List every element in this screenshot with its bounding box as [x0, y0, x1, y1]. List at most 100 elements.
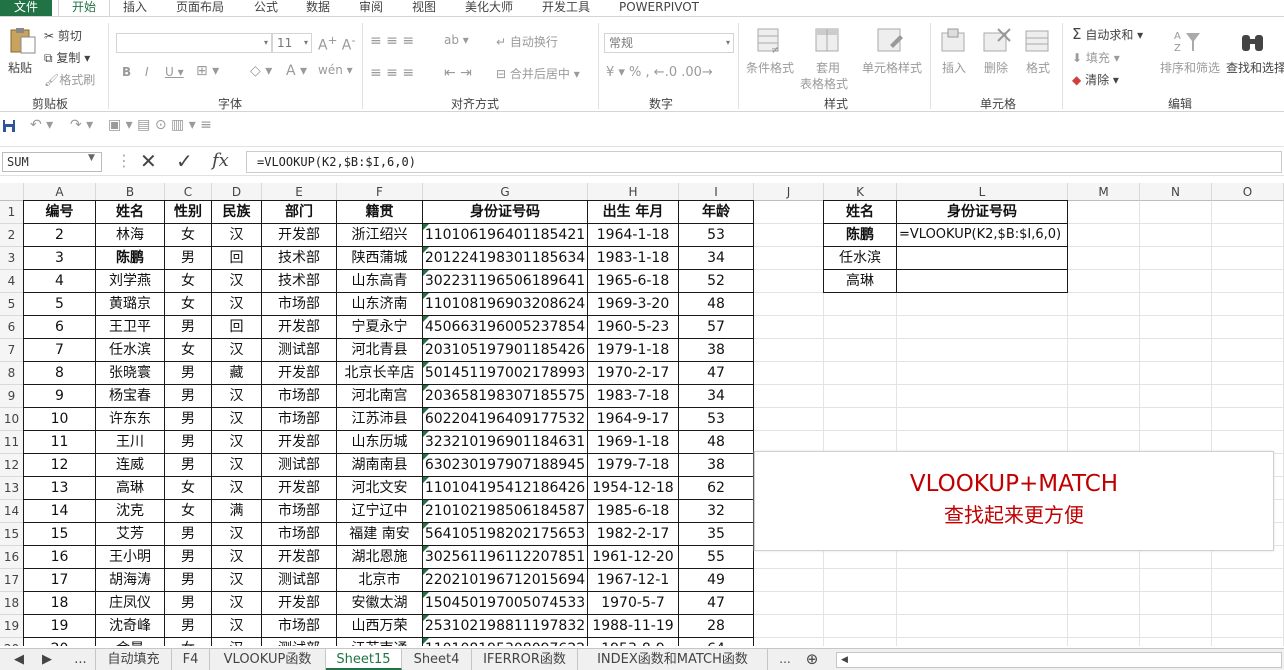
table-cell[interactable]: 山东历城	[337, 431, 423, 454]
border-button[interactable]: ⊞ ▾	[196, 63, 219, 79]
table-cell[interactable]: 藏	[212, 362, 262, 385]
table-cell[interactable]: 501451197002178993	[423, 362, 588, 385]
table-cell[interactable]: 19	[24, 615, 96, 638]
table-cell[interactable]: 女	[165, 293, 212, 316]
table-cell[interactable]: 开发部	[262, 546, 337, 569]
table-cell[interactable]: 1961-12-20	[588, 546, 679, 569]
table-cell[interactable]: 汉	[212, 270, 262, 293]
number-format-combo[interactable]: 常规 ▾	[604, 33, 734, 53]
table-cell[interactable]: 150450197005074533	[423, 592, 588, 615]
column-header-e[interactable]: E	[262, 183, 337, 201]
font-color-button[interactable]: A ▾	[286, 63, 307, 79]
table-cell[interactable]: 艾芳	[96, 523, 165, 546]
table-header-cell[interactable]: 编号	[24, 201, 96, 224]
table-cell[interactable]: 回	[212, 247, 262, 270]
table-cell[interactable]: 1960-5-23	[588, 316, 679, 339]
table-cell[interactable]: 1983-1-18	[588, 247, 679, 270]
table-cell[interactable]: 17	[24, 569, 96, 592]
next-sheet-arrow-icon[interactable]: ▶	[38, 649, 56, 670]
table-cell[interactable]: 开发部	[262, 224, 337, 247]
table-cell[interactable]: 1970-5-7	[588, 592, 679, 615]
table-cell[interactable]: 汉	[212, 615, 262, 638]
table-cell[interactable]: 4	[24, 270, 96, 293]
table-cell[interactable]: 34	[679, 247, 754, 270]
table-cell[interactable]: 28	[679, 615, 754, 638]
name-box-dropdown-icon[interactable]: ▼	[88, 153, 95, 163]
row-header-14[interactable]: 14	[0, 500, 24, 523]
table-cell[interactable]: 汉	[212, 224, 262, 247]
table-header-cell[interactable]: 民族	[212, 201, 262, 224]
row-header-5[interactable]: 5	[0, 293, 24, 316]
table-cell[interactable]: 张晓寰	[96, 362, 165, 385]
table-cell[interactable]: 110106196401185421	[423, 224, 588, 247]
row-header-12[interactable]: 12	[0, 454, 24, 477]
table-cell[interactable]: 3	[24, 247, 96, 270]
horizontal-scrollbar[interactable]: ◀	[836, 652, 1282, 668]
table-cell[interactable]: 52	[679, 270, 754, 293]
fill-color-button[interactable]: ◇ ▾	[250, 63, 272, 79]
lookup-name-cell[interactable]: 陈鹏	[824, 224, 897, 247]
table-header-cell[interactable]: 性别	[165, 201, 212, 224]
row-header-7[interactable]: 7	[0, 339, 24, 362]
delete-button[interactable]: 删除	[984, 59, 1008, 76]
table-cell[interactable]: 11	[24, 431, 96, 454]
table-format-line2[interactable]: 表格格式	[800, 75, 848, 92]
tab-developer[interactable]: 开发工具	[542, 0, 590, 16]
table-cell[interactable]: 汉	[212, 523, 262, 546]
table-cell[interactable]: 10	[24, 408, 96, 431]
bold-button[interactable]: B	[122, 65, 131, 79]
column-header-d[interactable]: D	[212, 183, 262, 201]
table-cell[interactable]: 男	[165, 385, 212, 408]
table-cell[interactable]: 57	[679, 316, 754, 339]
paste-button[interactable]: 粘贴	[8, 59, 32, 76]
table-cell[interactable]: 女	[165, 638, 212, 646]
table-cell[interactable]: 1969-1-18	[588, 431, 679, 454]
table-cell[interactable]: 杨宝春	[96, 385, 165, 408]
table-cell[interactable]: 开发部	[262, 592, 337, 615]
formula-input[interactable]: =VLOOKUP(K2,$B:$I,6,0)	[246, 151, 1282, 173]
sort-filter-button[interactable]: 排序和筛选	[1160, 59, 1220, 76]
table-cell[interactable]: 32	[679, 500, 754, 523]
table-cell[interactable]: 女	[165, 270, 212, 293]
table-cell[interactable]: 男	[165, 408, 212, 431]
italic-button[interactable]: I	[145, 65, 149, 79]
table-cell[interactable]: 602204196409177532	[423, 408, 588, 431]
column-header-l[interactable]: L	[897, 183, 1068, 201]
row-header-2[interactable]: 2	[0, 224, 24, 247]
table-cell[interactable]: 49	[679, 569, 754, 592]
enter-check-icon[interactable]: ✓	[176, 149, 193, 173]
qat-tool-icons[interactable]: ▣ ▾ ▤ ⊙ ▥ ▾ ≡	[108, 117, 212, 133]
table-cell[interactable]: 203658198307185575	[423, 385, 588, 408]
table-cell[interactable]: 110104195412186426	[423, 477, 588, 500]
row-header-13[interactable]: 13	[0, 477, 24, 500]
table-cell[interactable]: 1982-2-17	[588, 523, 679, 546]
table-cell[interactable]: 201224198301185634	[423, 247, 588, 270]
table-cell[interactable]: 林海	[96, 224, 165, 247]
active-formula-cell[interactable]: =VLOOKUP(K2,$B:$I,6,0)	[897, 224, 1068, 247]
sheet-tab-sheet15[interactable]: Sheet15	[326, 649, 402, 670]
table-cell[interactable]: 110108196903208624	[423, 293, 588, 316]
table-cell[interactable]: 110108195308097622	[423, 638, 588, 646]
tab-insert[interactable]: 插入	[123, 0, 147, 16]
table-cell[interactable]: 北京市	[337, 569, 423, 592]
table-cell[interactable]: 12	[24, 454, 96, 477]
table-cell[interactable]: 16	[24, 546, 96, 569]
table-cell[interactable]: 48	[679, 431, 754, 454]
table-cell[interactable]: 女	[165, 477, 212, 500]
table-cell[interactable]: 203105197901185426	[423, 339, 588, 362]
table-cell[interactable]: 38	[679, 339, 754, 362]
find-select-button[interactable]: 查找和选择	[1226, 59, 1284, 76]
table-cell[interactable]: 汉	[212, 431, 262, 454]
name-box[interactable]: SUM	[2, 152, 102, 172]
table-cell[interactable]: 1964-9-17	[588, 408, 679, 431]
row-header-8[interactable]: 8	[0, 362, 24, 385]
table-cell[interactable]: 男	[165, 569, 212, 592]
column-header-k[interactable]: K	[824, 183, 897, 201]
table-cell[interactable]: 64	[679, 638, 754, 646]
more-tabs-dots[interactable]: ...	[770, 649, 800, 670]
table-cell[interactable]: 8	[24, 362, 96, 385]
column-header-j[interactable]: J	[754, 183, 824, 201]
table-cell[interactable]: 市场部	[262, 523, 337, 546]
format-button[interactable]: 格式	[1026, 59, 1050, 76]
table-cell[interactable]: 男	[165, 431, 212, 454]
